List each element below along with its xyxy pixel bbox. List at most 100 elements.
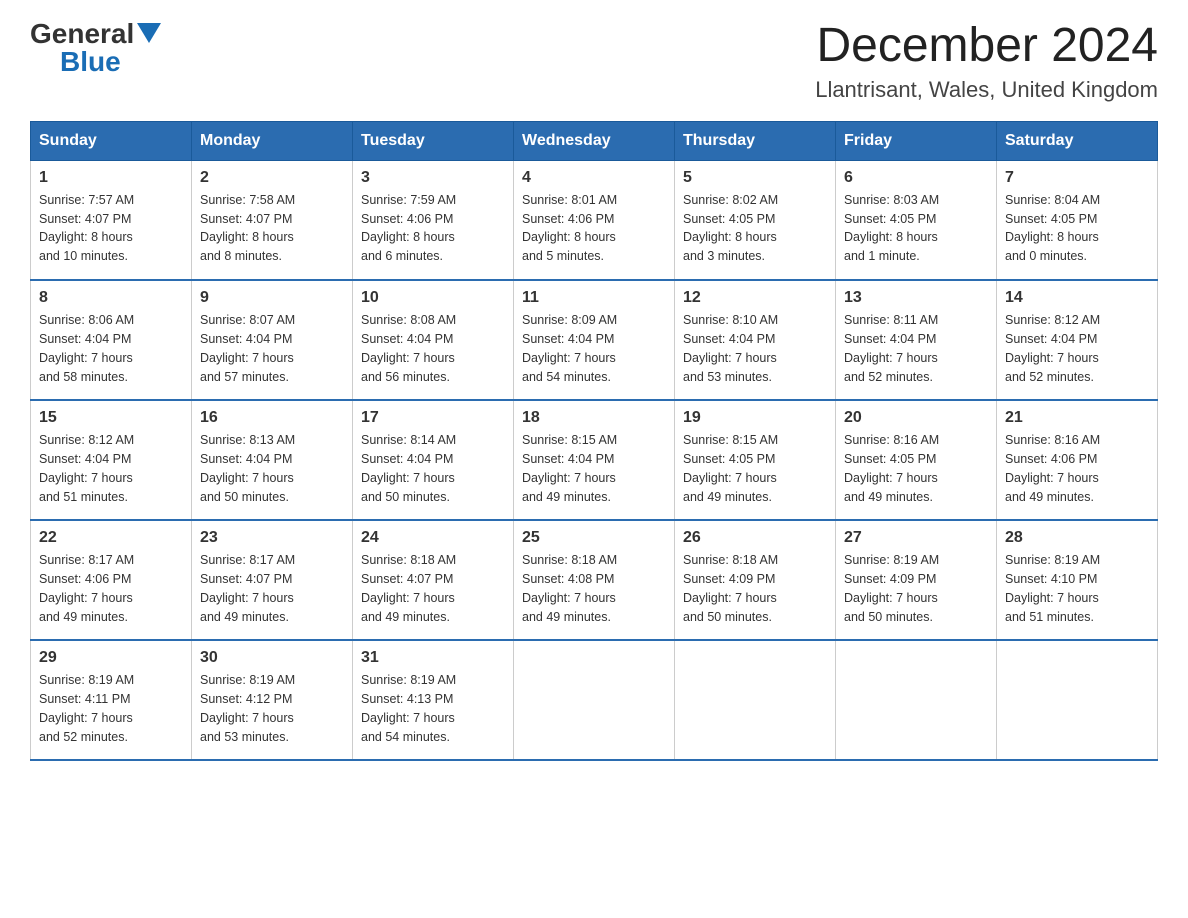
table-row: 14 Sunrise: 8:12 AMSunset: 4:04 PMDaylig…	[997, 280, 1158, 400]
table-row: 11 Sunrise: 8:09 AMSunset: 4:04 PMDaylig…	[514, 280, 675, 400]
day-number: 7	[1005, 169, 1149, 187]
table-row: 15 Sunrise: 8:12 AMSunset: 4:04 PMDaylig…	[31, 400, 192, 520]
table-row: 19 Sunrise: 8:15 AMSunset: 4:05 PMDaylig…	[675, 400, 836, 520]
day-info: Sunrise: 8:15 AMSunset: 4:05 PMDaylight:…	[683, 433, 778, 503]
day-info: Sunrise: 8:17 AMSunset: 4:06 PMDaylight:…	[39, 553, 134, 623]
col-wednesday: Wednesday	[514, 121, 675, 160]
day-info: Sunrise: 8:18 AMSunset: 4:07 PMDaylight:…	[361, 553, 456, 623]
day-number: 25	[522, 529, 666, 547]
day-info: Sunrise: 8:07 AMSunset: 4:04 PMDaylight:…	[200, 313, 295, 383]
table-row: 22 Sunrise: 8:17 AMSunset: 4:06 PMDaylig…	[31, 520, 192, 640]
table-row: 3 Sunrise: 7:59 AMSunset: 4:06 PMDayligh…	[353, 160, 514, 280]
day-info: Sunrise: 8:18 AMSunset: 4:08 PMDaylight:…	[522, 553, 617, 623]
table-row: 5 Sunrise: 8:02 AMSunset: 4:05 PMDayligh…	[675, 160, 836, 280]
day-number: 31	[361, 649, 505, 667]
day-number: 9	[200, 289, 344, 307]
day-info: Sunrise: 8:14 AMSunset: 4:04 PMDaylight:…	[361, 433, 456, 503]
day-info: Sunrise: 8:12 AMSunset: 4:04 PMDaylight:…	[39, 433, 134, 503]
calendar-week-4: 22 Sunrise: 8:17 AMSunset: 4:06 PMDaylig…	[31, 520, 1158, 640]
calendar-week-5: 29 Sunrise: 8:19 AMSunset: 4:11 PMDaylig…	[31, 640, 1158, 760]
day-info: Sunrise: 8:08 AMSunset: 4:04 PMDaylight:…	[361, 313, 456, 383]
table-row: 12 Sunrise: 8:10 AMSunset: 4:04 PMDaylig…	[675, 280, 836, 400]
table-row: 27 Sunrise: 8:19 AMSunset: 4:09 PMDaylig…	[836, 520, 997, 640]
day-info: Sunrise: 8:16 AMSunset: 4:06 PMDaylight:…	[1005, 433, 1100, 503]
day-info: Sunrise: 7:58 AMSunset: 4:07 PMDaylight:…	[200, 193, 295, 263]
day-number: 23	[200, 529, 344, 547]
day-info: Sunrise: 8:12 AMSunset: 4:04 PMDaylight:…	[1005, 313, 1100, 383]
table-row: 18 Sunrise: 8:15 AMSunset: 4:04 PMDaylig…	[514, 400, 675, 520]
day-info: Sunrise: 8:19 AMSunset: 4:12 PMDaylight:…	[200, 673, 295, 743]
day-number: 12	[683, 289, 827, 307]
day-number: 28	[1005, 529, 1149, 547]
table-row: 25 Sunrise: 8:18 AMSunset: 4:08 PMDaylig…	[514, 520, 675, 640]
table-row: 26 Sunrise: 8:18 AMSunset: 4:09 PMDaylig…	[675, 520, 836, 640]
day-info: Sunrise: 8:13 AMSunset: 4:04 PMDaylight:…	[200, 433, 295, 503]
table-row: 31 Sunrise: 8:19 AMSunset: 4:13 PMDaylig…	[353, 640, 514, 760]
col-friday: Friday	[836, 121, 997, 160]
calendar-week-2: 8 Sunrise: 8:06 AMSunset: 4:04 PMDayligh…	[31, 280, 1158, 400]
calendar-body: 1 Sunrise: 7:57 AMSunset: 4:07 PMDayligh…	[31, 160, 1158, 760]
day-number: 30	[200, 649, 344, 667]
day-info: Sunrise: 8:15 AMSunset: 4:04 PMDaylight:…	[522, 433, 617, 503]
logo-triangle-icon	[137, 23, 161, 43]
col-thursday: Thursday	[675, 121, 836, 160]
day-number: 14	[1005, 289, 1149, 307]
day-number: 13	[844, 289, 988, 307]
table-row: 17 Sunrise: 8:14 AMSunset: 4:04 PMDaylig…	[353, 400, 514, 520]
day-number: 21	[1005, 409, 1149, 427]
page-header: General Blue December 2024 Llantrisant, …	[30, 20, 1158, 103]
day-info: Sunrise: 8:04 AMSunset: 4:05 PMDaylight:…	[1005, 193, 1100, 263]
col-saturday: Saturday	[997, 121, 1158, 160]
col-sunday: Sunday	[31, 121, 192, 160]
table-row: 6 Sunrise: 8:03 AMSunset: 4:05 PMDayligh…	[836, 160, 997, 280]
table-row	[997, 640, 1158, 760]
table-row: 10 Sunrise: 8:08 AMSunset: 4:04 PMDaylig…	[353, 280, 514, 400]
day-number: 17	[361, 409, 505, 427]
logo-general-text: General	[30, 20, 134, 48]
calendar-week-3: 15 Sunrise: 8:12 AMSunset: 4:04 PMDaylig…	[31, 400, 1158, 520]
table-row	[836, 640, 997, 760]
day-number: 20	[844, 409, 988, 427]
day-number: 6	[844, 169, 988, 187]
table-row: 4 Sunrise: 8:01 AMSunset: 4:06 PMDayligh…	[514, 160, 675, 280]
day-info: Sunrise: 8:18 AMSunset: 4:09 PMDaylight:…	[683, 553, 778, 623]
day-number: 11	[522, 289, 666, 307]
day-number: 2	[200, 169, 344, 187]
table-row	[675, 640, 836, 760]
day-info: Sunrise: 8:03 AMSunset: 4:05 PMDaylight:…	[844, 193, 939, 263]
logo: General Blue	[30, 20, 161, 76]
calendar-subtitle: Llantrisant, Wales, United Kingdom	[815, 77, 1158, 103]
table-row: 20 Sunrise: 8:16 AMSunset: 4:05 PMDaylig…	[836, 400, 997, 520]
day-number: 5	[683, 169, 827, 187]
calendar-header: Sunday Monday Tuesday Wednesday Thursday…	[31, 121, 1158, 160]
day-number: 1	[39, 169, 183, 187]
col-monday: Monday	[192, 121, 353, 160]
day-number: 19	[683, 409, 827, 427]
day-number: 10	[361, 289, 505, 307]
day-info: Sunrise: 8:01 AMSunset: 4:06 PMDaylight:…	[522, 193, 617, 263]
calendar-table: Sunday Monday Tuesday Wednesday Thursday…	[30, 121, 1158, 762]
col-tuesday: Tuesday	[353, 121, 514, 160]
day-number: 16	[200, 409, 344, 427]
day-number: 22	[39, 529, 183, 547]
day-info: Sunrise: 8:16 AMSunset: 4:05 PMDaylight:…	[844, 433, 939, 503]
day-info: Sunrise: 8:10 AMSunset: 4:04 PMDaylight:…	[683, 313, 778, 383]
day-number: 4	[522, 169, 666, 187]
table-row: 29 Sunrise: 8:19 AMSunset: 4:11 PMDaylig…	[31, 640, 192, 760]
table-row: 21 Sunrise: 8:16 AMSunset: 4:06 PMDaylig…	[997, 400, 1158, 520]
day-number: 26	[683, 529, 827, 547]
day-info: Sunrise: 8:09 AMSunset: 4:04 PMDaylight:…	[522, 313, 617, 383]
table-row: 28 Sunrise: 8:19 AMSunset: 4:10 PMDaylig…	[997, 520, 1158, 640]
day-number: 8	[39, 289, 183, 307]
day-info: Sunrise: 7:57 AMSunset: 4:07 PMDaylight:…	[39, 193, 134, 263]
title-section: December 2024 Llantrisant, Wales, United…	[815, 20, 1158, 103]
table-row: 7 Sunrise: 8:04 AMSunset: 4:05 PMDayligh…	[997, 160, 1158, 280]
table-row: 2 Sunrise: 7:58 AMSunset: 4:07 PMDayligh…	[192, 160, 353, 280]
day-number: 15	[39, 409, 183, 427]
day-info: Sunrise: 8:19 AMSunset: 4:13 PMDaylight:…	[361, 673, 456, 743]
day-info: Sunrise: 8:19 AMSunset: 4:11 PMDaylight:…	[39, 673, 134, 743]
day-info: Sunrise: 8:06 AMSunset: 4:04 PMDaylight:…	[39, 313, 134, 383]
table-row	[514, 640, 675, 760]
day-number: 29	[39, 649, 183, 667]
day-info: Sunrise: 8:02 AMSunset: 4:05 PMDaylight:…	[683, 193, 778, 263]
